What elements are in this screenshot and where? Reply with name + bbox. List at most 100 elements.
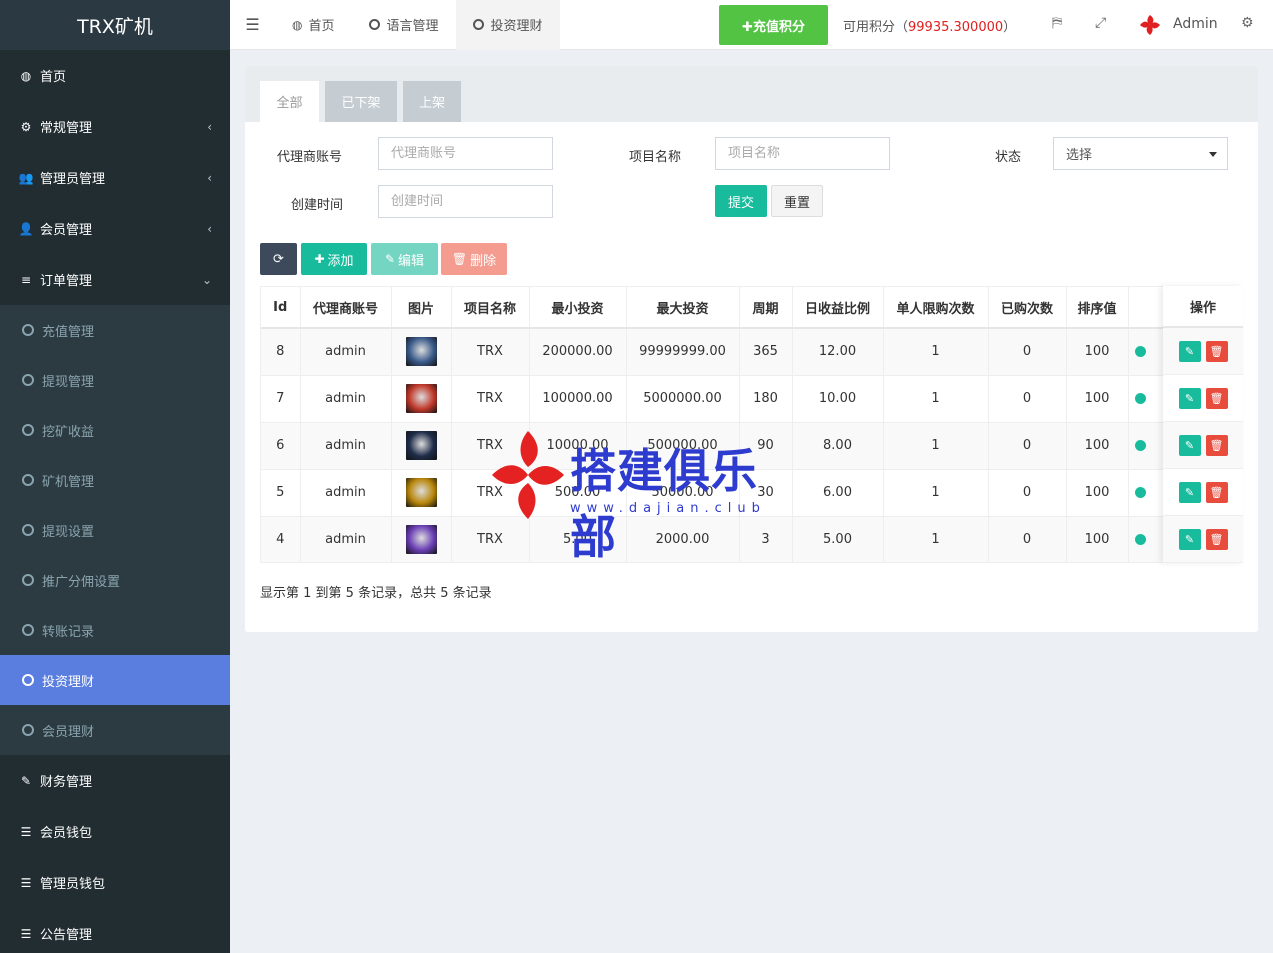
sidebar-item-4[interactable]: ≡ 订单管理 ⌄ (0, 254, 230, 305)
table-row[interactable]: 4 admin TRX 5.00 2000.00 3 5.00 1 0 100 (261, 516, 1242, 562)
row-edit-button[interactable]: ✎ (1178, 387, 1201, 409)
cell-agent: admin (300, 469, 392, 517)
submit-button[interactable]: 提交 (715, 185, 767, 217)
sidebar-bottom-item-0[interactable]: ✎ 财务管理 (0, 755, 230, 806)
circle-icon (22, 374, 34, 386)
tab-all[interactable]: 全部 (260, 81, 319, 122)
column-header[interactable]: 排序值 (1066, 287, 1129, 329)
refresh-icon: ⟳ (273, 251, 284, 267)
sidebar-item-2[interactable]: 👥 管理员管理 ‹ (0, 152, 230, 203)
sidebar-item-label: 常规管理 (40, 121, 93, 136)
status-dot-icon (1134, 440, 1146, 451)
circle-icon (22, 724, 34, 736)
chevron-down-icon (1209, 152, 1217, 157)
product-thumbnail[interactable] (405, 384, 437, 413)
tab-offline[interactable]: 已下架 (325, 81, 397, 122)
sidebar-subitem-5[interactable]: 推广分佣设置 (0, 555, 230, 605)
cell-id: 4 (261, 516, 301, 562)
operations-header: 操作 (1163, 286, 1243, 328)
row-edit-button[interactable]: ✎ (1178, 481, 1201, 503)
column-header[interactable]: 周期 (739, 287, 793, 329)
table-row[interactable]: 5 admin TRX 500.00 50000.00 30 6.00 1 0 100 (261, 469, 1242, 517)
column-header[interactable]: 最大投资 (626, 287, 740, 329)
admin-name[interactable]: Admin (1173, 16, 1218, 32)
header-tab-2[interactable]: 投资理财 (455, 0, 560, 50)
chevron-icon: ‹ (207, 221, 212, 236)
app-logo[interactable]: TRX矿机 (0, 0, 230, 50)
sidebar-subitem-7[interactable]: 投资理财 (0, 655, 230, 705)
settings-icon[interactable]: ⚙ (1241, 15, 1254, 31)
edit-button[interactable]: ✎ 编辑 (371, 243, 438, 275)
cell-bought: 0 (988, 469, 1067, 517)
cell-period: 3 (739, 516, 793, 562)
tab-online[interactable]: 上架 (403, 81, 461, 122)
sidebar-bottom-item-3[interactable]: ☰ 公告管理 (0, 908, 230, 953)
row-delete-button[interactable]: 🗑 (1205, 434, 1228, 456)
trash-icon: 🗑 (1209, 345, 1224, 358)
language-icon[interactable]: ⛿ (1052, 15, 1062, 31)
recharge-points-button[interactable]: ✚充值积分 (719, 5, 828, 45)
sidebar-subitem-label: 投资理财 (42, 674, 95, 690)
column-header[interactable]: 最小投资 (529, 287, 627, 329)
chevron-icon: ⌄ (201, 272, 212, 287)
row-edit-button[interactable]: ✎ (1178, 340, 1201, 362)
sidebar-subitem-8[interactable]: 会员理财 (0, 705, 230, 755)
cell-bought: 0 (988, 516, 1067, 562)
sidebar-item-3[interactable]: 👤 会员管理 ‹ (0, 203, 230, 254)
sidebar: TRX矿机 ◍ 首页 ⚙ 常规管理 ‹ 👥 管理员管理 ‹ 👤 会员管理 ‹ ≡ 订单管理 ⌄ 充值管理提… (0, 0, 230, 953)
sidebar-bottom-item-1[interactable]: ☰ 会员钱包 (0, 806, 230, 857)
row-edit-button[interactable]: ✎ (1178, 434, 1201, 456)
list-icon: ☰ (20, 926, 32, 941)
row-delete-button[interactable]: 🗑 (1205, 481, 1228, 503)
product-thumbnail[interactable] (405, 525, 437, 554)
available-points: 可用积分（99935.300000） (843, 20, 1017, 35)
row-edit-button[interactable]: ✎ (1178, 528, 1201, 550)
row-delete-button[interactable]: 🗑 (1205, 340, 1228, 362)
circle-icon (472, 19, 484, 30)
product-thumbnail[interactable] (405, 431, 437, 460)
cell-image (391, 422, 452, 470)
column-header[interactable]: 代理商账号 (300, 287, 392, 329)
column-header[interactable]: Id (261, 287, 301, 329)
sidebar-item-1[interactable]: ⚙ 常规管理 ‹ (0, 101, 230, 152)
table-row[interactable]: 7 admin TRX 100000.00 5000000.00 180 10.00 1 0 10… (261, 375, 1242, 423)
header-tab-1[interactable]: 语言管理 (352, 0, 456, 50)
column-header[interactable]: 图片 (391, 287, 452, 329)
column-header[interactable]: 已购次数 (988, 287, 1067, 329)
column-header[interactable]: 项目名称 (451, 287, 530, 329)
header-tab-0[interactable]: ◍ 首页 (275, 0, 352, 50)
created-time-input[interactable] (378, 185, 553, 218)
sidebar-bottom-item-2[interactable]: ☰ 管理员钱包 (0, 857, 230, 908)
sidebar-item-0[interactable]: ◍ 首页 (0, 50, 230, 101)
agent-account-input[interactable] (378, 137, 553, 170)
sidebar-subitem-1[interactable]: 提现管理 (0, 355, 230, 405)
sidebar-subitem-0[interactable]: 充值管理 (0, 305, 230, 355)
table-row[interactable]: 6 admin TRX 10000.00 500000.00 90 8.00 1 0 100 (261, 422, 1242, 470)
sidebar-subitem-3[interactable]: 矿机管理 (0, 455, 230, 505)
hamburger-icon[interactable]: ☰ (230, 0, 275, 50)
add-button[interactable]: ✚ 添加 (301, 243, 367, 275)
cell-project: TRX (451, 328, 530, 376)
product-thumbnail[interactable] (405, 478, 437, 507)
project-name-input[interactable] (715, 137, 890, 170)
row-delete-button[interactable]: 🗑 (1205, 387, 1228, 409)
status-select[interactable]: 选择 (1053, 137, 1228, 170)
product-thumbnail[interactable] (405, 337, 437, 367)
avatar[interactable] (1138, 13, 1162, 37)
refresh-button[interactable]: ⟳ (260, 243, 297, 275)
cell-rate: 6.00 (792, 469, 884, 517)
sidebar-subitem-2[interactable]: 挖矿收益 (0, 405, 230, 455)
cell-period: 365 (739, 328, 793, 376)
table-row[interactable]: 8 admin TRX 200000.00 99999999.00 365 12.00 1 0 1… (261, 328, 1242, 376)
reset-button[interactable]: 重置 (771, 185, 823, 217)
delete-button[interactable]: 🗑 删除 (441, 243, 507, 275)
list-icon: ☰ (20, 824, 32, 839)
column-header[interactable]: 日收益比例 (792, 287, 884, 329)
row-delete-button[interactable]: 🗑 (1205, 528, 1228, 550)
dashboard-icon: ◍ (20, 68, 32, 83)
column-header[interactable]: 单人限购次数 (883, 287, 989, 329)
sidebar-subitem-6[interactable]: 转账记录 (0, 605, 230, 655)
sidebar-subitem-4[interactable]: 提现设置 (0, 505, 230, 555)
fullscreen-icon[interactable]: ⤢ (1095, 15, 1106, 31)
cell-project: TRX (451, 422, 530, 470)
